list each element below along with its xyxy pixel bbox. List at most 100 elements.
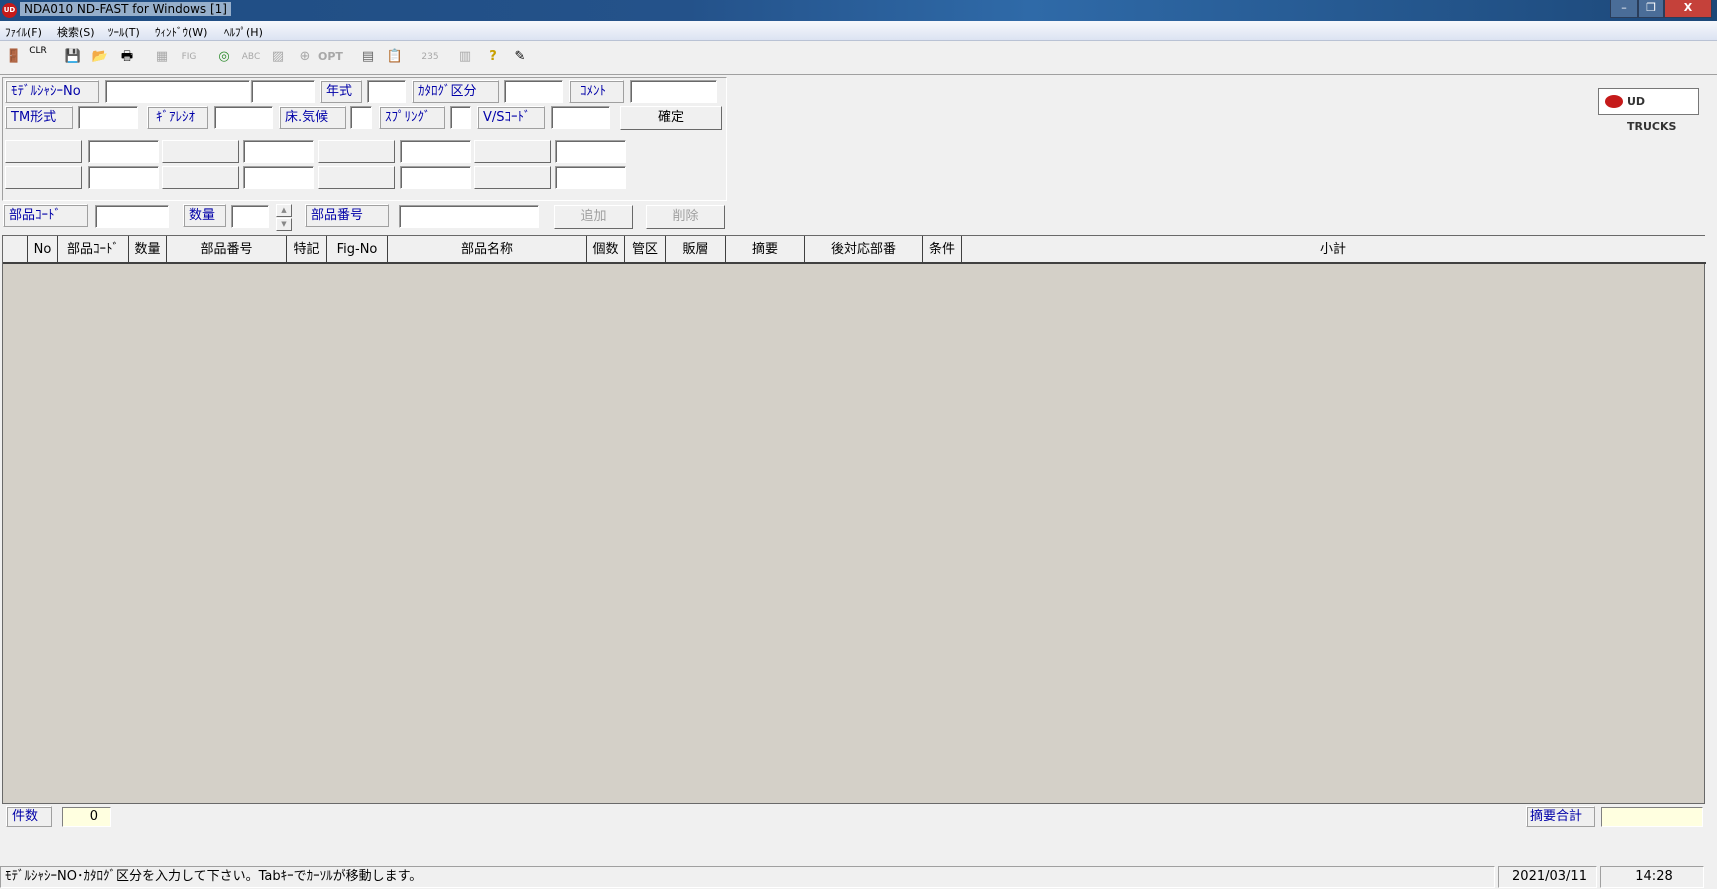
option-label-slot bbox=[318, 166, 395, 189]
vs-code-input[interactable] bbox=[551, 106, 610, 129]
count-value: 0 bbox=[62, 807, 111, 827]
col-header-subtotal[interactable]: 小計 bbox=[962, 236, 1704, 263]
col-header-summary[interactable]: 摘要 bbox=[726, 236, 805, 263]
add-button[interactable]: 追加 bbox=[554, 205, 633, 229]
col-header-district[interactable]: 管区 bbox=[625, 236, 666, 263]
exit-icon[interactable]: 🚪 bbox=[2, 45, 26, 69]
window-title: NDA010 ND-FAST for Windows [1] bbox=[20, 2, 231, 16]
model-chassis-label: ﾓﾃﾞﾙｼｬｼｰNo bbox=[5, 80, 99, 103]
book-icon[interactable]: ▤ bbox=[356, 45, 380, 69]
col-header-quantity[interactable]: 数量 bbox=[129, 236, 167, 263]
confirm-button[interactable]: 確定 bbox=[620, 106, 722, 130]
col-header-part-name[interactable]: 部品名称 bbox=[388, 236, 587, 263]
print-icon[interactable]: 🖶 bbox=[115, 45, 139, 69]
option-input[interactable] bbox=[400, 166, 471, 189]
image-icon[interactable]: ▨ bbox=[266, 45, 290, 69]
option-label-slot bbox=[474, 166, 551, 189]
plus-circle-icon[interactable]: ⊕ bbox=[293, 45, 317, 69]
col-header-no[interactable]: No bbox=[28, 236, 58, 263]
menu-help[interactable]: ﾍﾙﾌﾟ(H) bbox=[224, 24, 263, 40]
floor-climate-input[interactable] bbox=[350, 106, 372, 129]
minimize-button[interactable]: – bbox=[1610, 0, 1638, 18]
menu-window[interactable]: ｳｨﾝﾄﾞｳ(W) bbox=[155, 24, 207, 40]
delete-button[interactable]: 削除 bbox=[646, 205, 725, 229]
model-chassis-input-2[interactable] bbox=[251, 80, 315, 103]
comment-input[interactable] bbox=[630, 80, 717, 103]
year-label: 年式 bbox=[320, 80, 362, 103]
option-input[interactable] bbox=[88, 166, 159, 189]
quantity-down-arrow-icon[interactable]: ▼ bbox=[276, 218, 292, 231]
disc-icon[interactable]: ◎ bbox=[212, 45, 236, 69]
floor-climate-label: 床.気候 bbox=[279, 106, 346, 129]
menu-bar: ﾌｧｲﾙ(F) 検索(S) ﾂｰﾙ(T) ｳｨﾝﾄﾞｳ(W) ﾍﾙﾌﾟ(H) bbox=[0, 21, 1717, 41]
option-input[interactable] bbox=[400, 140, 471, 163]
summary-total-value bbox=[1601, 807, 1703, 827]
save-icon[interactable]: 💾 bbox=[61, 45, 85, 69]
vs-code-label: V/Sｺｰﾄﾞ bbox=[477, 106, 545, 129]
col-header-count[interactable]: 個数 bbox=[587, 236, 625, 263]
option-input[interactable] bbox=[555, 166, 626, 189]
opt-icon[interactable]: OPT bbox=[318, 45, 343, 69]
grid-icon[interactable]: ▦ bbox=[150, 45, 174, 69]
toolbar: 🚪 CLR 💾 📂 🖶 ▦ FIG ◎ ABC ▨ ⊕ OPT ▤ 📋 235 … bbox=[0, 42, 1717, 133]
option-input[interactable] bbox=[243, 140, 314, 163]
col-header-fig-no[interactable]: Fig-No bbox=[327, 236, 388, 263]
menu-tools[interactable]: ﾂｰﾙ(T) bbox=[108, 24, 140, 40]
quantity-label: 数量 bbox=[183, 204, 226, 227]
col-header-part-code[interactable]: 部品ｺｰﾄﾞ bbox=[58, 236, 129, 263]
model-chassis-input[interactable] bbox=[105, 80, 250, 103]
status-message: ﾓﾃﾞﾙｼｬｼｰNO･ｶﾀﾛｸﾞ区分を入力して下さい。Tabｷｰでｶｰｿﾙが移動… bbox=[0, 866, 1495, 888]
clipboard-icon[interactable]: 📋 bbox=[383, 45, 407, 69]
parts-grid[interactable]: No 部品ｺｰﾄﾞ 数量 部品番号 特記 Fig-No 部品名称 個数 管区 販… bbox=[2, 235, 1706, 804]
option-label-slot bbox=[162, 140, 239, 163]
status-time: 14:28 bbox=[1600, 866, 1704, 888]
close-button[interactable]: X bbox=[1664, 0, 1712, 18]
option-label-slot bbox=[5, 140, 82, 163]
part-number-label: 部品番号 bbox=[305, 204, 389, 227]
option-input[interactable] bbox=[555, 140, 626, 163]
clear-icon[interactable]: CLR bbox=[26, 45, 50, 69]
quantity-up-arrow-icon[interactable]: ▲ bbox=[276, 204, 292, 217]
menu-file[interactable]: ﾌｧｲﾙ(F) bbox=[5, 24, 42, 40]
gear-ratio-input[interactable] bbox=[214, 106, 273, 129]
part-code-input[interactable] bbox=[95, 205, 169, 228]
tm-type-input[interactable] bbox=[78, 106, 138, 129]
option-label-slot bbox=[318, 140, 395, 163]
fig-icon[interactable]: FIG bbox=[177, 45, 201, 69]
col-header-condition[interactable]: 条件 bbox=[923, 236, 962, 263]
spring-input[interactable] bbox=[450, 106, 471, 129]
restore-button[interactable]: ❐ bbox=[1638, 0, 1664, 18]
catalog-label: ｶﾀﾛｸﾞ区分 bbox=[412, 80, 499, 103]
title-bar: UD NDA010 ND-FAST for Windows [1] – ❐ X bbox=[0, 0, 1717, 21]
gear-ratio-label: ｷﾞｱﾚｼｵ bbox=[147, 106, 208, 129]
quantity-input[interactable] bbox=[231, 205, 269, 228]
abc-icon[interactable]: ABC bbox=[239, 45, 263, 69]
option-input[interactable] bbox=[243, 166, 314, 189]
open-folder-icon[interactable]: 📂 bbox=[88, 45, 112, 69]
col-header-part-number[interactable]: 部品番号 bbox=[167, 236, 287, 263]
catalog-input[interactable] bbox=[504, 80, 563, 103]
menu-search[interactable]: 検索(S) bbox=[57, 24, 95, 40]
year-input[interactable] bbox=[367, 80, 406, 103]
number-icon[interactable]: 235 bbox=[418, 45, 442, 69]
col-header-sales-layer[interactable]: 販層 bbox=[666, 236, 726, 263]
ln-icon[interactable]: ▥ bbox=[453, 45, 477, 69]
col-header-selector[interactable] bbox=[3, 236, 28, 263]
option-label-slot bbox=[5, 166, 82, 189]
ud-trucks-logo: UD TRUCKS bbox=[1598, 88, 1699, 133]
app-icon: UD bbox=[2, 3, 17, 18]
edit-icon[interactable]: ✎ bbox=[508, 45, 532, 69]
part-number-input[interactable] bbox=[399, 205, 539, 228]
comment-label: ｺﾒﾝﾄ bbox=[569, 80, 624, 103]
count-label: 件数 bbox=[6, 806, 52, 827]
option-input[interactable] bbox=[88, 140, 159, 163]
part-code-label: 部品ｺｰﾄﾞ bbox=[3, 204, 88, 227]
grid-header: No 部品ｺｰﾄﾞ 数量 部品番号 特記 Fig-No 部品名称 個数 管区 販… bbox=[3, 236, 1706, 264]
col-header-note[interactable]: 特記 bbox=[287, 236, 327, 263]
option-label-slot bbox=[162, 166, 239, 189]
spring-label: ｽﾌﾟﾘﾝｸﾞ bbox=[379, 106, 445, 129]
help-icon[interactable]: ? bbox=[481, 45, 505, 69]
summary-total-label: 摘要合計 bbox=[1526, 806, 1595, 827]
tm-type-label: TM形式 bbox=[5, 106, 73, 129]
col-header-successor-part[interactable]: 後対応部番 bbox=[805, 236, 923, 263]
